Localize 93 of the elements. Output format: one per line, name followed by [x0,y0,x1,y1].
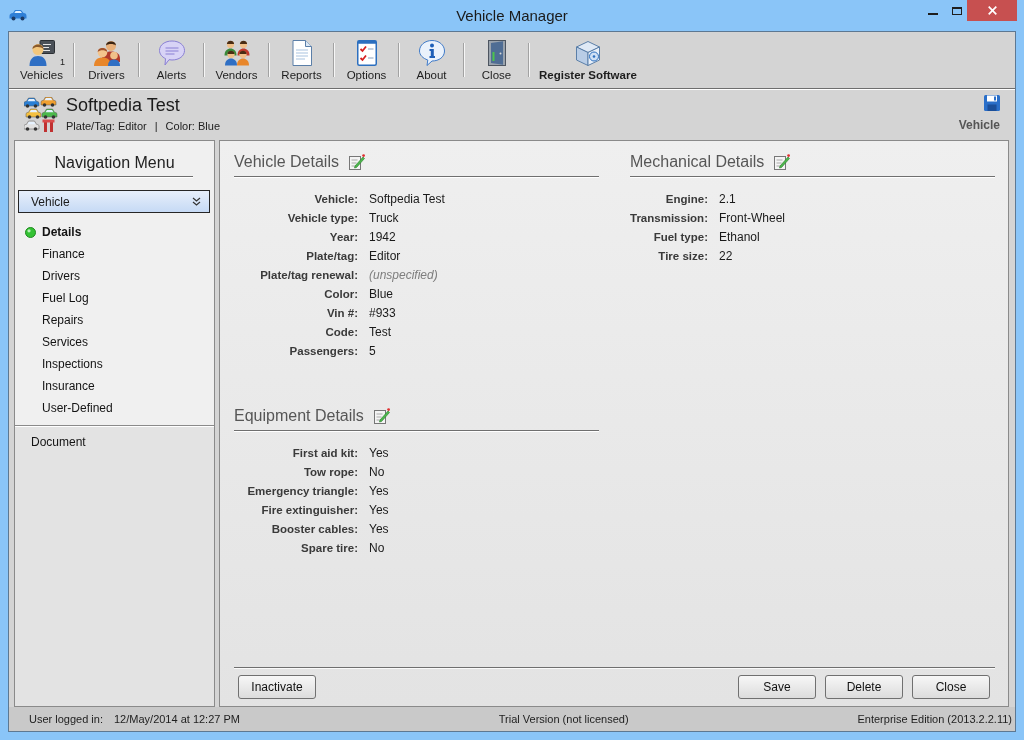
field-value: Front-Wheel [718,210,785,225]
status-label: User logged in: [29,713,103,725]
field-label: Fire extinguisher: [261,503,358,516]
group-icon [223,40,250,66]
field-label: First aid kit: [292,446,358,459]
field-label: Vehicle: [314,192,358,205]
section-title: Vehicle Details [234,152,339,172]
nav-title: Navigation Menu [36,153,193,177]
field-value: Blue [369,286,394,301]
field-label: Booster cables: [271,522,358,535]
category-dropdown[interactable]: Vehicle [18,190,210,213]
save-icon[interactable] [984,95,1000,111]
field-label: Tow rope: [303,465,358,478]
context-label: Vehicle [958,118,1000,133]
field-value: Yes [369,483,389,498]
vehicle-detail: Color: Blue [165,119,220,133]
vehicle-detail: Plate/Tag: Editor [66,119,147,133]
field-label: Fuel type: [653,230,708,243]
detail-separator: | [154,119,158,133]
nav-item[interactable]: Document [15,431,214,453]
field-value: Test [369,324,391,339]
field-value: Truck [369,210,399,225]
cars-icon [24,97,58,133]
edit-icon[interactable] [373,408,390,424]
save-button[interactable]: Save [738,675,816,699]
software-box-icon [574,40,601,66]
login-time: 12/May/2014 at 12:27 PM [114,713,240,725]
people-icon [93,40,120,66]
field-value: 1942 [369,229,396,244]
field-label: Vehicle type: [287,211,358,224]
field-label: Transmission: [630,211,708,224]
field-value: 2.1 [718,191,736,206]
toolbar-button[interactable]: Vendors [206,33,267,87]
section-title: Equipment Details [234,406,364,426]
field-value: Ethanol [718,229,760,244]
car-icon [9,9,27,21]
field-label: Year: [329,230,358,243]
field-value: Yes [369,445,389,460]
nav-item[interactable]: Finance [15,243,214,265]
toolbar-button[interactable]: Options [336,33,397,87]
toolbar-button[interactable]: Drivers [76,33,137,87]
person-board-icon [28,40,55,66]
edit-icon[interactable] [774,154,791,170]
license-status: Trial Version (not licensed) [498,713,629,725]
nav-item[interactable]: Fuel Log [15,287,214,309]
speech-bubble-icon [158,40,185,66]
toolbar-button[interactable]: Register Software [531,33,645,87]
toolbar-button[interactable]: 1 Vehicles [11,33,72,87]
delete-button[interactable]: Delete [825,675,903,699]
close-button[interactable]: Close [912,675,990,699]
nav-item[interactable]: Insurance [15,375,214,397]
field-label: Engine: [665,192,708,205]
field-label: Vin #: [326,306,358,319]
field-value: Editor [369,248,401,263]
window-title: Vehicle Manager [456,6,568,26]
section-title: Mechanical Details [630,152,765,172]
field-value: Softpedia Test [369,191,445,206]
field-label: Spare tire: [301,541,358,554]
inactivate-button[interactable]: Inactivate [238,675,316,699]
nav-item[interactable]: Details [15,221,214,243]
info-icon [418,40,445,66]
minimize-icon [927,12,938,15]
field-value: #933 [369,305,396,320]
field-value: Yes [369,521,389,536]
nav-item[interactable]: User-Defined [15,397,214,419]
field-value: 22 [718,248,733,263]
toolbar-button[interactable]: Close [466,33,527,87]
field-label: Passengers: [289,344,358,357]
field-label: Tire size: [658,249,708,262]
nav-item[interactable]: Drivers [15,265,214,287]
field-label: Emergency triangle: [247,484,358,497]
field-label: Code: [325,325,358,338]
vehicle-title: Softpedia Test [66,94,181,116]
item-count: 1 [60,57,65,67]
nav-item[interactable]: Services [15,331,214,353]
field-value: Yes [369,502,389,517]
close-icon [987,6,997,15]
field-label: Plate/tag renewal: [260,268,358,281]
field-label: Plate/tag: [306,249,358,262]
field-value: No [369,540,385,555]
toolbar-button[interactable]: Reports [271,33,332,87]
toolbar-button[interactable]: About [401,33,462,87]
edit-icon[interactable] [348,154,365,170]
double-chevron-icon [192,197,201,206]
edition-info: Enterprise Edition (2013.2.2.11) [857,713,1012,725]
nav-item[interactable]: Inspections [15,353,214,375]
toolbar-button[interactable]: Alerts [141,33,202,87]
maximize-icon [951,6,962,15]
nav-item[interactable]: Repairs [15,309,214,331]
field-value: 5 [369,343,376,358]
field-value: (unspecified) [369,267,438,282]
field-label: Color: [324,287,358,300]
field-value: No [369,464,385,479]
